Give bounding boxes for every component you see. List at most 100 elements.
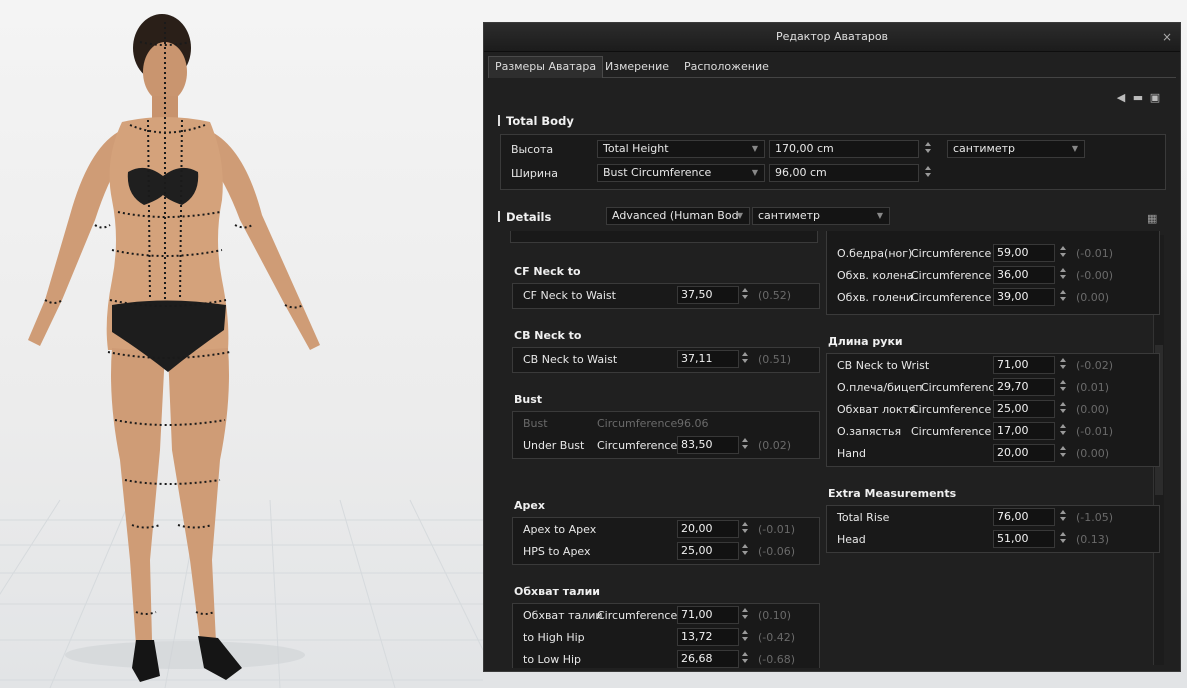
details-scroll-area[interactable]: CF Neck to CF Neck to Waist 37,50 (0.52)… xyxy=(500,231,1164,668)
value-spinner[interactable] xyxy=(1059,356,1067,372)
group-title: Обхват талии xyxy=(514,585,600,598)
value-input[interactable]: 25,00 xyxy=(993,400,1055,418)
row-name: Обхват талии xyxy=(523,609,603,622)
delta-text: (-0.68) xyxy=(758,653,796,666)
value-spinner[interactable] xyxy=(1059,508,1067,524)
value-spinner[interactable] xyxy=(1059,288,1067,304)
tab-measurement[interactable]: Измерение xyxy=(599,57,675,77)
delta-text: (0.00) xyxy=(1076,403,1110,416)
tab-avatar-sizes[interactable]: Размеры Аватара xyxy=(488,56,604,78)
value-spinner[interactable] xyxy=(741,520,749,536)
value-spinner[interactable] xyxy=(1059,422,1067,438)
tab-placement[interactable]: Расположение xyxy=(678,57,775,77)
value-input[interactable]: 36,00 xyxy=(993,266,1055,284)
value-spinner[interactable] xyxy=(741,628,749,644)
clipped-row xyxy=(510,231,818,243)
row-type: Circumference xyxy=(911,291,992,304)
grid-view-icon[interactable]: ▦ xyxy=(1147,213,1159,225)
value-spinner[interactable] xyxy=(1059,244,1067,260)
delta-text: (0.02) xyxy=(758,439,792,452)
value-input[interactable]: 39,00 xyxy=(993,288,1055,306)
delta-text: (0.01) xyxy=(1076,381,1110,394)
value-input[interactable]: 59,00 xyxy=(993,244,1055,262)
avatar-figure[interactable] xyxy=(0,0,483,688)
value-input[interactable]: 37,11 xyxy=(677,350,739,368)
value-spinner[interactable] xyxy=(741,650,749,666)
group-title: Extra Measurements xyxy=(828,487,957,500)
row-type: Circumference xyxy=(911,403,992,416)
width-spinner[interactable] xyxy=(924,164,932,180)
row-name: Обхват локтя xyxy=(837,403,916,416)
disabled-value: 96.06 xyxy=(677,417,709,430)
group-title: Длина руки xyxy=(828,335,903,348)
close-button[interactable]: × xyxy=(1162,23,1172,51)
total-body-header: Total Body xyxy=(498,114,574,128)
row-name: to High Hip xyxy=(523,631,585,644)
value-spinner[interactable] xyxy=(1059,266,1067,282)
height-value-input[interactable]: 170,00 cm xyxy=(769,140,919,158)
row-name: О.запястья xyxy=(837,425,902,438)
delta-text: (-0.01) xyxy=(1076,247,1114,260)
row-name: О.бедра(ног) xyxy=(837,247,913,260)
delta-text: (-0.01) xyxy=(758,523,796,536)
details-unit-select[interactable]: сантиметр ▼ xyxy=(752,207,890,225)
value-input[interactable]: 26,68 xyxy=(677,650,739,668)
value-input[interactable]: 20,00 xyxy=(677,520,739,538)
arm-length-group: CB Neck to Wrist 71,00 (-0.02) О.плеча/б… xyxy=(826,353,1160,467)
avatar-editor-panel: Редактор Аватаров × Размеры Аватара Изме… xyxy=(483,22,1181,672)
value-spinner[interactable] xyxy=(741,350,749,366)
value-spinner[interactable] xyxy=(741,286,749,302)
value-spinner[interactable] xyxy=(741,542,749,558)
row-name: CB Neck to Wrist xyxy=(837,359,930,372)
value-input[interactable]: 51,00 xyxy=(993,530,1055,548)
value-input[interactable]: 37,50 xyxy=(677,286,739,304)
row-name: Head xyxy=(837,533,866,546)
delta-text: (0.51) xyxy=(758,353,792,366)
value-spinner[interactable] xyxy=(1059,444,1067,460)
row-name: Обхв. колена xyxy=(837,269,914,282)
value-input[interactable]: 13,72 xyxy=(677,628,739,646)
details-mode-select[interactable]: Advanced (Human Bod ▼ xyxy=(606,207,750,225)
group-title: CB Neck to xyxy=(514,329,582,342)
value-spinner[interactable] xyxy=(1059,378,1067,394)
window-title: Редактор Аватаров xyxy=(775,30,889,43)
delta-text: (0.52) xyxy=(758,289,792,302)
row-name: О.плеча/бицеп xyxy=(837,381,923,394)
row-type: Circumference xyxy=(597,417,678,430)
value-input[interactable]: 83,50 xyxy=(677,436,739,454)
value-spinner[interactable] xyxy=(741,436,749,452)
height-spinner[interactable] xyxy=(924,140,932,156)
value-input[interactable]: 71,00 xyxy=(677,606,739,624)
row-name: to Low Hip xyxy=(523,653,582,666)
group-title: Apex xyxy=(514,499,545,512)
unit-select[interactable]: сантиметр ▼ xyxy=(947,140,1085,158)
value-spinner[interactable] xyxy=(1059,400,1067,416)
delta-text: (-0.01) xyxy=(1076,425,1114,438)
undo-icon[interactable]: ◀ xyxy=(1115,92,1127,104)
row-name: Обхв. голени xyxy=(837,291,914,304)
cf-neck-group: CF Neck to Waist 37,50 (0.52) xyxy=(512,283,820,309)
row-name: Bust xyxy=(523,417,548,430)
value-spinner[interactable] xyxy=(741,606,749,622)
value-input[interactable]: 20,00 xyxy=(993,444,1055,462)
width-value-input[interactable]: 96,00 cm xyxy=(769,164,919,182)
window-titlebar[interactable]: Редактор Аватаров × xyxy=(484,23,1180,52)
total-body-box: Высота Total Height ▼ 170,00 cm сантиметр… xyxy=(500,134,1166,190)
row-name: HPS to Apex xyxy=(523,545,591,558)
value-input[interactable]: 17,00 xyxy=(993,422,1055,440)
row-name: CF Neck to Waist xyxy=(523,289,616,302)
delta-text: (0.00) xyxy=(1076,291,1110,304)
row-type: Circumference xyxy=(921,381,1002,394)
value-input[interactable]: 29,70 xyxy=(993,378,1055,396)
folder-icon[interactable]: ▬ xyxy=(1132,92,1144,104)
height-measure-select[interactable]: Total Height ▼ xyxy=(597,140,765,158)
tab-bar: Размеры Аватара Измерение Расположение xyxy=(488,56,1176,78)
value-input[interactable]: 25,00 xyxy=(677,542,739,560)
value-input[interactable]: 71,00 xyxy=(993,356,1055,374)
row-name: Apex to Apex xyxy=(523,523,597,536)
value-spinner[interactable] xyxy=(1059,530,1067,546)
value-input[interactable]: 76,00 xyxy=(993,508,1055,526)
width-measure-select[interactable]: Bust Circumference ▼ xyxy=(597,164,765,182)
delta-text: (-0.42) xyxy=(758,631,796,644)
save-icon[interactable]: ▣ xyxy=(1149,92,1161,104)
